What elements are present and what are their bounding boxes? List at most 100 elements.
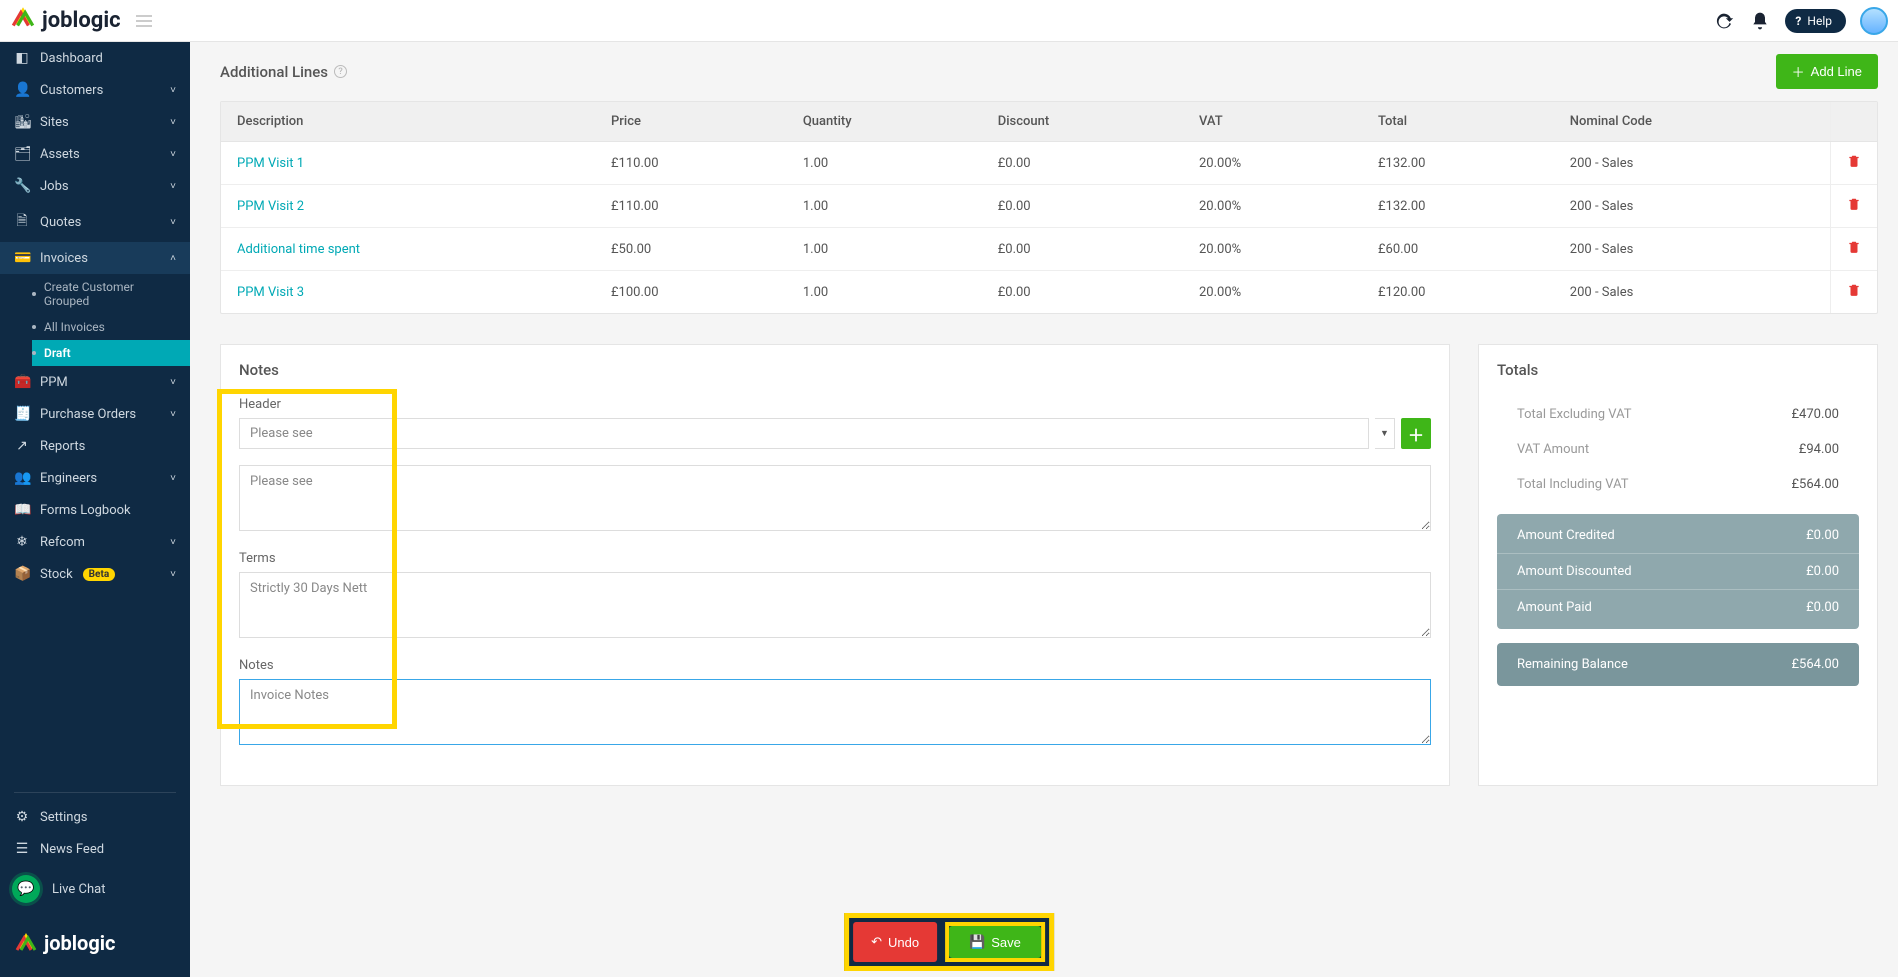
sidebar-label: Assets: [40, 147, 80, 162]
save-button[interactable]: 💾 Save: [949, 926, 1041, 958]
section-title: Additional Lines ?: [220, 63, 347, 81]
column-header: Description: [221, 102, 595, 142]
sidebar-item-assets[interactable]: 🗂 Assets ˅: [0, 138, 190, 170]
settings-icon: ⚙: [14, 809, 30, 825]
total-row: Amount Paid£0.00: [1497, 590, 1859, 625]
sync-icon[interactable]: [1713, 10, 1735, 32]
undo-icon: ↶: [871, 934, 882, 950]
sidebar: ◧ Dashboard 👤 Customers ˅🏙 Sites ˅🗂 Asse…: [0, 42, 190, 977]
sidebar-label: Customers: [40, 83, 103, 98]
price-cell: £110.00: [595, 185, 787, 228]
help-button[interactable]: ? Help: [1785, 9, 1846, 33]
sidebar-label: Reports: [40, 439, 85, 454]
chevron-down-icon: ˅: [170, 409, 176, 420]
sidebar-item-settings[interactable]: ⚙ Settings: [0, 801, 190, 833]
vat-cell: 20.00%: [1183, 228, 1362, 271]
jobs-icon: 🔧: [14, 178, 30, 194]
sidebar-label: Jobs: [40, 179, 69, 194]
description-link[interactable]: PPM Visit 1: [221, 142, 595, 185]
total-cell: £132.00: [1362, 142, 1554, 185]
sidebar-item-dashboard[interactable]: ◧ Dashboard: [0, 42, 190, 74]
engineers-icon: 👥: [14, 470, 30, 486]
delete-button[interactable]: [1847, 197, 1861, 215]
logo[interactable]: joblogic: [10, 5, 121, 37]
totals-card: Totals Total Excluding VAT£470.00VAT Amo…: [1478, 344, 1878, 786]
chat-icon: 💬: [12, 875, 40, 903]
notes-textarea[interactable]: [239, 679, 1431, 745]
terms-textarea[interactable]: [239, 572, 1431, 638]
delete-button[interactable]: [1847, 154, 1861, 172]
sidebar-label: All Invoices: [44, 320, 105, 334]
discount-cell: £0.00: [982, 142, 1183, 185]
plus-icon: ＋: [1792, 62, 1805, 81]
sidebar-item-purchase-orders[interactable]: 🧾 Purchase Orders ˅: [0, 398, 190, 430]
vat-cell: 20.00%: [1183, 142, 1362, 185]
quantity-cell: 1.00: [787, 142, 982, 185]
sidebar-item-invoices[interactable]: 💳 Invoices ˄: [0, 242, 190, 274]
column-header: Nominal Code: [1554, 102, 1831, 142]
sidebar-subitem-all-invoices[interactable]: All Invoices: [32, 314, 190, 340]
terms-label: Terms: [239, 551, 1431, 566]
total-row: VAT Amount£94.00: [1497, 432, 1859, 467]
chevron-down-icon: ˅: [170, 569, 176, 580]
sidebar-livechat[interactable]: 💬 Live Chat: [0, 865, 190, 913]
total-row: Amount Credited£0.00: [1497, 518, 1859, 554]
delete-button[interactable]: [1847, 240, 1861, 258]
sidebar-label: Stock: [40, 567, 73, 582]
nominal-cell: 200 - Sales: [1554, 271, 1831, 314]
header-add-button[interactable]: ＋: [1401, 418, 1431, 449]
add-line-button[interactable]: ＋ Add Line: [1776, 54, 1878, 89]
header-select[interactable]: Please see: [239, 418, 1369, 449]
beta-badge: Beta: [83, 568, 116, 581]
discount-cell: £0.00: [982, 185, 1183, 228]
chevron-down-icon[interactable]: ▼: [1375, 418, 1395, 449]
table-row: PPM Visit 2 £110.00 1.00 £0.00 20.00% £1…: [221, 185, 1877, 228]
info-icon[interactable]: ?: [334, 65, 347, 78]
sidebar-label: PPM: [40, 375, 68, 390]
sidebar-subitem-create-customer-grouped[interactable]: Create Customer Grouped: [32, 274, 190, 314]
sidebar-item-customers[interactable]: 👤 Customers ˅: [0, 74, 190, 106]
sidebar-item-stock[interactable]: 📦 Stock Beta ˅: [0, 558, 190, 590]
bullet-icon: [32, 351, 36, 355]
header-label: Header: [239, 397, 1431, 412]
notes-label: Notes: [239, 658, 1431, 673]
menu-toggle-icon[interactable]: [136, 15, 152, 27]
delete-button[interactable]: [1847, 283, 1861, 301]
chevron-up-icon: ˄: [170, 253, 176, 264]
total-cell: £132.00: [1362, 185, 1554, 228]
sidebar-item-jobs[interactable]: 🔧 Jobs ˅: [0, 170, 190, 202]
header-textarea[interactable]: [239, 465, 1431, 531]
chevron-down-icon: ˅: [170, 149, 176, 160]
topbar: joblogic ? Help: [0, 0, 1898, 42]
save-icon: 💾: [969, 934, 985, 950]
sidebar-item-reports[interactable]: ↗ Reports: [0, 430, 190, 462]
sidebar-item-refcom[interactable]: ❄ Refcom ˅: [0, 526, 190, 558]
nominal-cell: 200 - Sales: [1554, 228, 1831, 271]
sidebar-item-engineers[interactable]: 👥 Engineers ˅: [0, 462, 190, 494]
table-row: PPM Visit 1 £110.00 1.00 £0.00 20.00% £1…: [221, 142, 1877, 185]
sidebar-item-newsfeed[interactable]: ☰ News Feed: [0, 833, 190, 865]
discount-cell: £0.00: [982, 271, 1183, 314]
column-header: Discount: [982, 102, 1183, 142]
avatar[interactable]: [1860, 7, 1888, 35]
total-row: Amount Discounted£0.00: [1497, 554, 1859, 590]
undo-button[interactable]: ↶ Undo: [853, 922, 937, 962]
price-cell: £100.00: [595, 271, 787, 314]
sidebar-label: Sites: [40, 115, 69, 130]
bell-icon[interactable]: [1749, 10, 1771, 32]
quotes-icon: 🗎: [14, 210, 30, 234]
description-link[interactable]: Additional time spent: [221, 228, 595, 271]
sidebar-subitem-draft[interactable]: Draft: [32, 340, 190, 366]
description-link[interactable]: PPM Visit 3: [221, 271, 595, 314]
sidebar-item-sites[interactable]: 🏙 Sites ˅: [0, 106, 190, 138]
sidebar-item-forms-logbook[interactable]: 📖 Forms Logbook: [0, 494, 190, 526]
sidebar-label: Dashboard: [40, 51, 103, 66]
sidebar-label: Quotes: [40, 215, 81, 230]
customers-icon: 👤: [14, 82, 30, 98]
description-link[interactable]: PPM Visit 2: [221, 185, 595, 228]
sidebar-label: News Feed: [40, 842, 104, 857]
sidebar-item-ppm[interactable]: 🧰 PPM ˅: [0, 366, 190, 398]
notes-card: Notes Header Please see ▼ ＋ Terms: [220, 344, 1450, 786]
sidebar-item-quotes[interactable]: 🗎 Quotes ˅: [0, 202, 190, 242]
main-content: Additional Lines ? ＋ Add Line Descriptio…: [190, 42, 1898, 977]
